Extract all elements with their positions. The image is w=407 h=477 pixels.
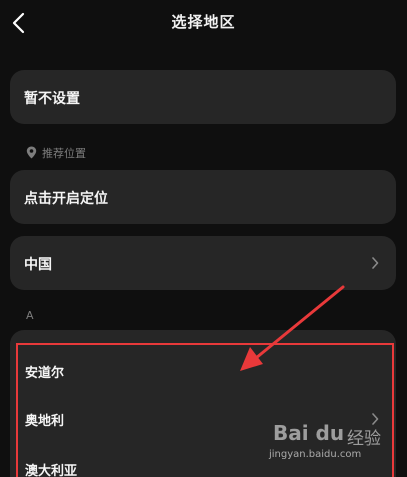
country-item-australia[interactable]: 澳大利亚	[10, 444, 396, 477]
section-letter-a: A	[26, 309, 34, 322]
location-pin-icon	[26, 146, 37, 159]
country-item-china[interactable]: 中国	[10, 236, 396, 290]
page-title: 选择地区	[171, 13, 236, 31]
screen: 选择地区 暂不设置 推荐位置 点击开启定位 中国 A 安道尔 奥地利 澳大利亚 …	[0, 0, 407, 477]
china-label: 中国	[24, 257, 52, 273]
no-setting-label: 暂不设置	[24, 91, 80, 107]
country-label: 安道尔	[25, 366, 65, 381]
country-label: 奥地利	[25, 414, 65, 429]
country-item-andorra[interactable]: 安道尔	[10, 346, 396, 396]
header: 选择地区	[0, 0, 407, 46]
enable-location-label: 点击开启定位	[24, 191, 108, 207]
recommended-section-label: 推荐位置	[42, 147, 86, 160]
enable-location-option[interactable]: 点击开启定位	[10, 170, 396, 224]
chevron-right-icon	[372, 257, 379, 269]
country-item-austria[interactable]: 奥地利	[10, 394, 396, 444]
country-list-a: 安道尔 奥地利 澳大利亚	[10, 330, 396, 477]
chevron-right-icon	[372, 413, 379, 425]
no-setting-option[interactable]: 暂不设置	[10, 70, 396, 124]
country-label: 澳大利亚	[25, 464, 78, 477]
